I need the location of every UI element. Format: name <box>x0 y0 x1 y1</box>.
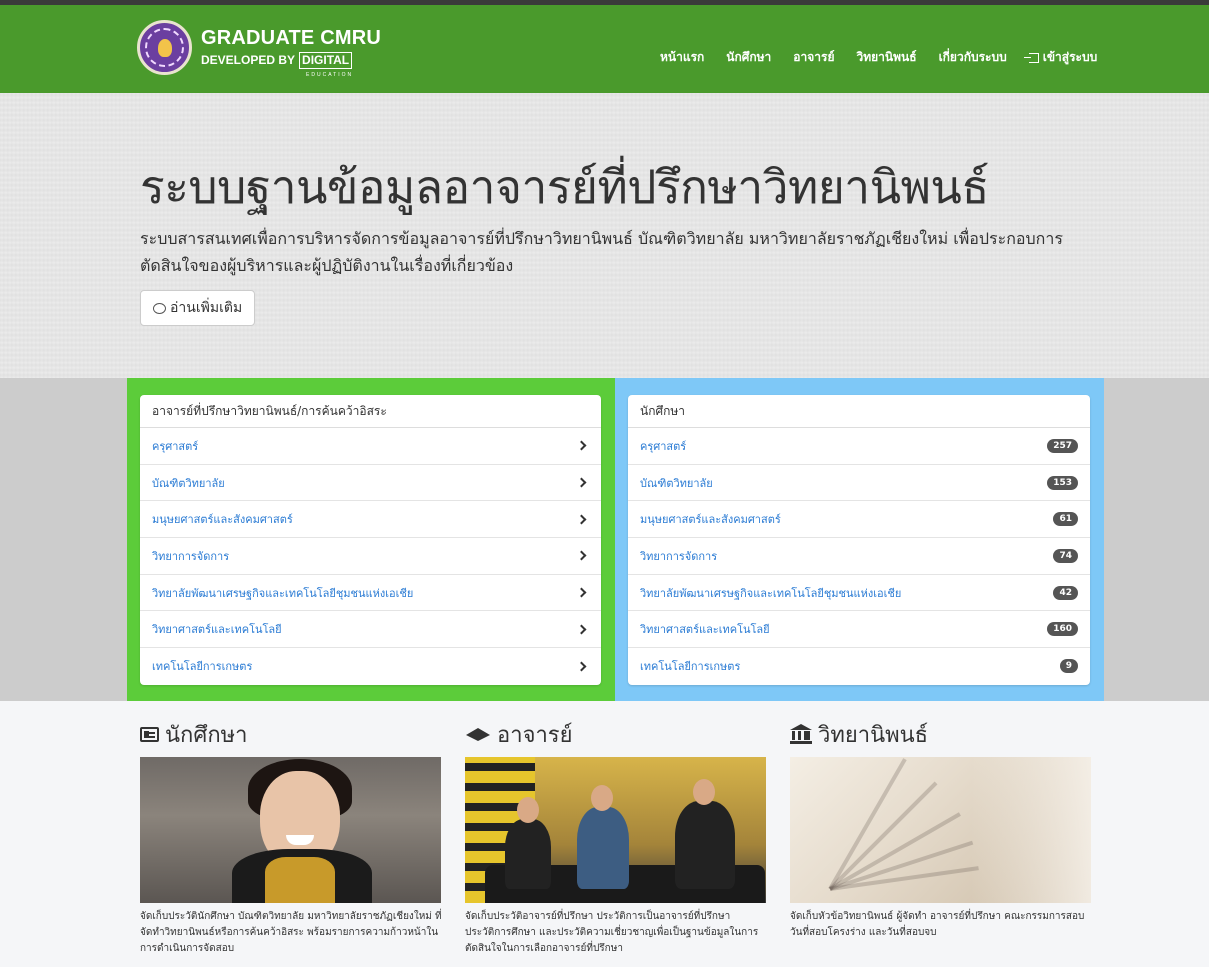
login-label: เข้าสู่ระบบ <box>1042 50 1098 64</box>
developed-by-label: DEVELOPED BY <box>201 53 296 67</box>
count-badge: 257 <box>1047 438 1078 453</box>
graduation-cap-icon <box>465 726 491 742</box>
chevron-right-icon <box>576 587 587 598</box>
feature-theses-title[interactable]: วิทยานิพนธ์ <box>790 719 1092 749</box>
nav-login[interactable]: เข้าสู่ระบบ <box>1023 48 1098 67</box>
nav-theses[interactable]: วิทยานิพนธ์ <box>857 48 917 67</box>
feature-theses-text: จัดเก็บหัวข้อวิทยานิพนธ์ ผู้จัดทำ อาจารย… <box>790 911 1085 938</box>
nav-about[interactable]: เกี่ยวกับระบบ <box>939 48 1007 67</box>
features-section: นักศึกษา จัดเก็บประวัตินักศึกษา บัณฑิตวิ… <box>0 701 1209 967</box>
book-photo <box>790 757 1091 903</box>
student-faculty-row[interactable]: วิทยาลัยพัฒนาเศรษฐกิจและเทคโนโลยีชุมชนแห… <box>628 575 1090 612</box>
nav-students[interactable]: นักศึกษา <box>726 48 771 67</box>
count-badge: 153 <box>1047 475 1078 490</box>
student-faculty-row[interactable]: มนุษยศาสตร์และสังคมศาสตร์ 61 <box>628 501 1090 539</box>
nav-advisors[interactable]: อาจารย์ <box>793 48 834 67</box>
advisor-faculty-row[interactable]: วิทยาศาสตร์และเทคโนโลยี <box>140 611 601 649</box>
advisors-card-heading: อาจารย์ที่ปรึกษาวิทยานิพนธ์/การค้นคว้าอิ… <box>140 395 601 428</box>
count-badge: 9 <box>1059 659 1078 674</box>
feature-theses: วิทยานิพนธ์ จัดเก็บหัวข้อวิทยานิพนธ์ ผู้… <box>790 719 1092 941</box>
advisors-photo <box>465 757 766 903</box>
student-photo <box>140 757 441 903</box>
chevron-right-icon <box>576 477 587 488</box>
hero-description: ระบบสารสนเทศเพื่อการบริหารจัดการข้อมูลอา… <box>140 229 1063 275</box>
student-faculty-row[interactable]: วิทยาศาสตร์และเทคโนโลยี 160 <box>628 611 1090 649</box>
advisors-panel: อาจารย์ที่ปรึกษาวิทยานิพนธ์/การค้นคว้าอิ… <box>127 378 615 701</box>
navbar: GRADUATE CMRU DEVELOPED BY DIGITAL EDUCAT… <box>0 5 1209 93</box>
chevron-right-icon <box>576 624 587 635</box>
sign-in-icon <box>1023 52 1039 63</box>
advisors-card: อาจารย์ที่ปรึกษาวิทยานิพนธ์/การค้นคว้าอิ… <box>140 395 601 685</box>
students-panel: นักศึกษา ครุศาสตร์ 257 บัณฑิตวิทยาลัย 153 … <box>615 378 1104 701</box>
count-badge: 160 <box>1047 622 1078 637</box>
feature-students-title[interactable]: นักศึกษา <box>140 719 442 749</box>
hero: ระบบฐานข้อมูลอาจารย์ที่ปรึกษาวิทยานิพนธ์… <box>0 93 1209 378</box>
feature-advisors-title[interactable]: อาจารย์ <box>465 719 767 749</box>
main-nav: หน้าแรก นักศึกษา อาจารย์ วิทยานิพนธ์ เกี… <box>660 48 1097 67</box>
advisor-faculty-row[interactable]: วิทยาลัยพัฒนาเศรษฐกิจและเทคโนโลยีชุมชนแห… <box>140 575 601 612</box>
feature-advisors: อาจารย์ จัดเก็บประวัติอาจารย์ที่ปรึกษา ป… <box>465 719 767 957</box>
advisor-faculty-row[interactable]: บัณฑิตวิทยาลัย <box>140 465 601 502</box>
student-faculty-row[interactable]: ครุศาสตร์ 257 <box>628 428 1090 465</box>
students-card-heading: นักศึกษา <box>628 395 1090 428</box>
student-faculty-row[interactable]: บัณฑิตวิทยาลัย 153 <box>628 465 1090 502</box>
nav-home[interactable]: หน้าแรก <box>660 48 704 67</box>
feature-students: นักศึกษา จัดเก็บประวัตินักศึกษา บัณฑิตวิ… <box>140 719 442 957</box>
brand-subtitle: DEVELOPED BY DIGITAL EDUCATION <box>201 51 381 78</box>
read-more-button[interactable]: อ่านเพิ่มเติม <box>140 290 256 326</box>
advisor-faculty-row[interactable]: ครุศาสตร์ <box>140 428 601 465</box>
digital-education-logo: DIGITAL EDUCATION <box>299 51 353 78</box>
count-badge: 42 <box>1053 585 1078 600</box>
advisor-faculty-row[interactable]: มนุษยศาสตร์และสังคมศาสตร์ <box>140 501 601 539</box>
advisor-faculty-row[interactable]: เทคโนโลยีการเกษตร <box>140 648 601 685</box>
advisor-faculty-row[interactable]: วิทยาการจัดการ <box>140 538 601 575</box>
read-more-label: อ่านเพิ่มเติม <box>170 300 243 316</box>
institution-icon <box>790 724 812 744</box>
hero-title: ระบบฐานข้อมูลอาจารย์ที่ปรึกษาวิทยานิพนธ์ <box>140 160 989 214</box>
count-badge: 61 <box>1053 512 1078 527</box>
feature-students-text: จัดเก็บประวัตินักศึกษา บัณฑิตวิทยาลัย มห… <box>140 911 442 954</box>
chevron-right-icon <box>576 550 587 561</box>
comment-icon <box>153 302 166 314</box>
students-card: นักศึกษา ครุศาสตร์ 257 บัณฑิตวิทยาลัย 153 … <box>628 395 1090 685</box>
student-faculty-row[interactable]: เทคโนโลยีการเกษตร 9 <box>628 648 1090 685</box>
brand[interactable]: GRADUATE CMRU DEVELOPED BY DIGITAL EDUCAT… <box>137 20 381 78</box>
brand-title: GRADUATE CMRU <box>201 26 381 49</box>
university-logo <box>137 20 192 75</box>
feature-advisors-text: จัดเก็บประวัติอาจารย์ที่ปรึกษา ประวัติกา… <box>465 911 759 954</box>
id-card-icon <box>140 726 159 742</box>
chevron-right-icon <box>576 661 587 672</box>
chevron-right-icon <box>576 514 587 525</box>
student-faculty-row[interactable]: วิทยาการจัดการ 74 <box>628 538 1090 575</box>
chevron-right-icon <box>576 440 587 451</box>
count-badge: 74 <box>1053 548 1078 563</box>
faculty-panels: อาจารย์ที่ปรึกษาวิทยานิพนธ์/การค้นคว้าอิ… <box>0 378 1209 701</box>
